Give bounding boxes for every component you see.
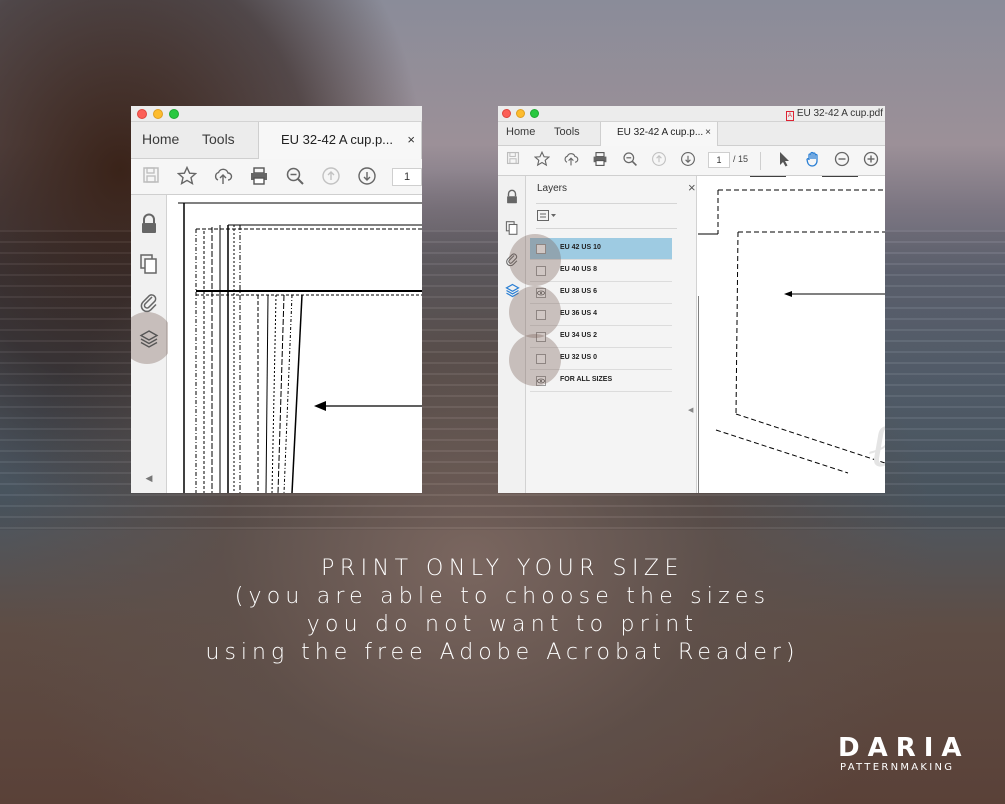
pdf-page-canvas: ℓ [697, 175, 885, 493]
collapse-panel-arrow-icon[interactable]: ◀ [688, 406, 693, 414]
layer-highlight-circle [509, 334, 561, 386]
brand-logo-name: DARIA [838, 733, 970, 763]
close-tab-icon[interactable]: × [407, 132, 415, 147]
layer-label: FOR ALL SIZES [560, 376, 613, 383]
layer-highlight-circle [509, 286, 561, 338]
window-titlebar: A EU 32-42 A cup.pdf [498, 106, 885, 122]
minimize-window-button[interactable] [516, 109, 525, 118]
tools-tab[interactable]: Tools [202, 131, 235, 147]
acrobat-window-right: A EU 32-42 A cup.pdf Home Tools EU 32-42 … [498, 106, 885, 493]
page-total: / 15 [733, 154, 749, 164]
collapse-panel-arrow-icon[interactable]: ◀ [137, 473, 161, 484]
window-titlebar [131, 106, 422, 122]
layer-label: EU 32 US 0 [560, 354, 597, 361]
svg-text:ℓ: ℓ [868, 411, 885, 481]
document-tab[interactable]: EU 32-42 A cup.p... × [600, 122, 718, 146]
copy-pages-icon[interactable] [502, 220, 522, 239]
divider [536, 228, 677, 229]
print-icon[interactable] [247, 166, 271, 191]
tools-tab[interactable]: Tools [554, 126, 580, 138]
nav-bar: Home Tools EU 32-42 A cup.p... × [498, 122, 885, 146]
caption-line-3: you do not want to print [306, 612, 699, 637]
minimize-window-button[interactable] [153, 109, 163, 119]
page-down-icon[interactable] [355, 166, 379, 191]
close-tab-icon[interactable]: × [705, 127, 711, 138]
toolbar: 1 [131, 159, 422, 195]
left-sidebar: ◀ [131, 195, 173, 493]
layer-highlight-circle [509, 234, 561, 286]
layers-icon[interactable] [137, 329, 161, 354]
document-tab-title: EU 32-42 A cup.p... [281, 132, 394, 147]
pdf-page-canvas [168, 195, 422, 493]
nav-bar: Home Tools EU 32-42 A cup.p... × [131, 122, 422, 159]
sewing-pattern-drawing: ℓ [697, 175, 885, 493]
lock-icon[interactable] [137, 213, 161, 240]
brand-logo-tagline: PATTERNMAKING [840, 762, 955, 773]
layer-label: EU 38 US 6 [560, 288, 597, 295]
zoom-plus-icon[interactable] [861, 151, 881, 170]
save-icon[interactable] [139, 166, 163, 189]
sewing-pattern-drawing [178, 202, 422, 493]
home-tab[interactable]: Home [142, 131, 179, 147]
upload-cloud-icon[interactable] [561, 151, 581, 170]
close-window-button[interactable] [502, 109, 511, 118]
window-title: A EU 32-42 A cup.pdf [785, 108, 883, 121]
document-tab[interactable]: EU 32-42 A cup.p... × [258, 122, 422, 159]
layers-panel: Layers × EU 42 US 10 EU 40 US 8 EU 38 US… [526, 176, 697, 493]
lock-icon[interactable] [502, 189, 522, 208]
page-up-icon[interactable] [649, 151, 669, 170]
layer-label: EU 40 US 8 [560, 266, 597, 273]
zoom-out-icon[interactable] [283, 166, 307, 191]
caption-line-2: (you are able to choose the sizes [234, 584, 771, 609]
document-tab-title: EU 32-42 A cup.p... [617, 127, 704, 138]
bookmark-star-icon[interactable] [175, 165, 199, 191]
layer-label: EU 36 US 4 [560, 310, 597, 317]
layers-panel-title: Layers [537, 183, 568, 194]
page-number-input[interactable]: 1 [708, 152, 730, 168]
hand-tool-icon[interactable] [803, 151, 823, 170]
toolbar-separator [760, 152, 761, 170]
layer-label: EU 42 US 10 [560, 244, 601, 251]
page-up-icon[interactable] [319, 166, 343, 191]
close-window-button[interactable] [137, 109, 147, 119]
zoom-window-button[interactable] [530, 109, 539, 118]
print-icon[interactable] [590, 151, 610, 170]
caption-line-4: using the free Adobe Acrobat Reader) [205, 640, 800, 665]
divider [536, 203, 677, 204]
pdf-file-icon: A [785, 111, 794, 121]
select-cursor-icon[interactable] [774, 151, 794, 170]
page-down-icon[interactable] [678, 151, 698, 170]
bookmark-star-icon[interactable] [532, 150, 552, 170]
home-tab[interactable]: Home [506, 126, 535, 138]
layer-options-icon[interactable] [537, 210, 557, 225]
copy-pages-icon[interactable] [137, 253, 161, 280]
save-icon[interactable] [503, 151, 523, 168]
layer-label: EU 34 US 2 [560, 332, 597, 339]
page-number-input[interactable]: 1 [392, 168, 422, 186]
acrobat-window-left: Home Tools EU 32-42 A cup.p... × 1 ◀ [131, 106, 422, 493]
zoom-window-button[interactable] [169, 109, 179, 119]
toolbar: 1 / 15 [498, 146, 885, 176]
zoom-minus-icon[interactable] [832, 151, 852, 170]
upload-cloud-icon[interactable] [211, 166, 235, 191]
caption-line-1: PRINT ONLY YOUR SIZE [321, 556, 684, 581]
close-layers-icon[interactable]: × [688, 180, 696, 195]
zoom-out-icon[interactable] [620, 151, 640, 170]
